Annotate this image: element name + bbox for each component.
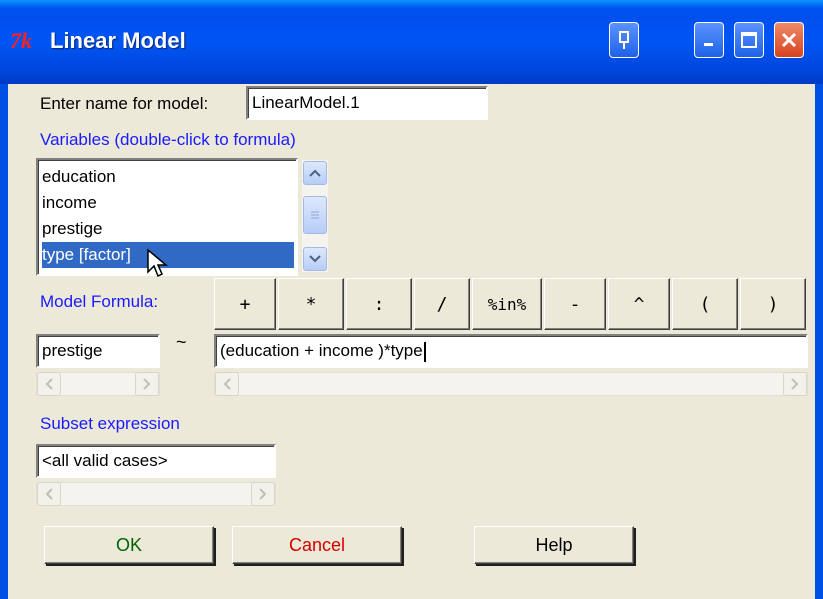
operator-open-paren-button[interactable]: ( — [672, 278, 738, 330]
chevron-right-icon — [791, 378, 799, 390]
app-icon: 7k — [10, 28, 32, 53]
subset-input[interactable]: <all valid cases> — [36, 444, 276, 478]
formula-rhs-input[interactable]: (education + income )*type — [214, 334, 808, 368]
subset-label: Subset expression — [40, 414, 180, 433]
formula-rhs-text: (education + income )*type — [220, 341, 423, 360]
rhs-scroll-right-button[interactable] — [783, 372, 807, 396]
rhs-scroll-left-button[interactable] — [215, 372, 239, 396]
formula-lhs-input[interactable]: prestige — [36, 334, 160, 368]
list-item[interactable]: education — [42, 164, 294, 190]
minimize-icon — [704, 43, 713, 46]
tilde-label: ~ — [176, 332, 187, 352]
mouse-cursor-icon — [147, 248, 169, 278]
pin-icon — [619, 31, 629, 49]
model-name-input[interactable]: LinearModel.1 — [246, 86, 488, 120]
list-item[interactable]: income — [42, 190, 294, 216]
chevron-left-icon — [45, 378, 53, 390]
operator-plus-button[interactable]: + — [214, 278, 276, 330]
lhs-scroll-left-button[interactable] — [37, 372, 61, 396]
chevron-right-icon — [259, 488, 267, 500]
chevron-down-icon — [309, 255, 321, 263]
window-frame-left — [0, 84, 8, 599]
operator-in-button[interactable]: %in% — [472, 278, 542, 330]
scroll-down-button[interactable] — [303, 247, 327, 271]
list-item[interactable]: prestige — [42, 216, 294, 242]
ok-button[interactable]: OK — [44, 526, 214, 564]
window-frame-right — [815, 84, 823, 599]
window-title: Linear Model — [50, 28, 186, 53]
minimize-button[interactable] — [694, 22, 724, 58]
rhs-hscrollbar[interactable] — [214, 372, 808, 396]
cancel-button[interactable]: Cancel — [232, 526, 402, 564]
lhs-scroll-right-button[interactable] — [135, 372, 159, 396]
chevron-left-icon — [223, 378, 231, 390]
subset-scroll-left-button[interactable] — [37, 482, 61, 506]
subset-scroll-right-button[interactable] — [251, 482, 275, 506]
operator-close-paren-button[interactable]: ) — [740, 278, 806, 330]
help-button[interactable]: Help — [474, 526, 634, 564]
text-cursor — [423, 341, 426, 362]
close-icon — [781, 32, 797, 48]
operator-power-button[interactable]: ^ — [608, 278, 670, 330]
maximize-icon — [741, 32, 757, 48]
model-name-label: Enter name for model: — [40, 94, 209, 113]
close-button[interactable] — [774, 22, 804, 58]
chevron-up-icon — [309, 169, 321, 177]
scroll-thumb[interactable] — [303, 196, 327, 234]
operator-times-button[interactable]: * — [278, 278, 344, 330]
variables-label: Variables (double-click to formula) — [40, 130, 296, 149]
pin-button[interactable] — [609, 22, 639, 58]
grip-icon — [311, 211, 319, 219]
operator-minus-button[interactable]: - — [544, 278, 606, 330]
chevron-left-icon — [45, 488, 53, 500]
operator-slash-button[interactable]: / — [414, 278, 470, 330]
model-formula-label: Model Formula: — [40, 292, 159, 311]
operator-colon-button[interactable]: : — [346, 278, 412, 330]
scroll-up-button[interactable] — [303, 161, 327, 185]
subset-hscrollbar[interactable] — [36, 482, 276, 506]
chevron-right-icon — [143, 378, 151, 390]
maximize-button[interactable] — [734, 22, 764, 58]
